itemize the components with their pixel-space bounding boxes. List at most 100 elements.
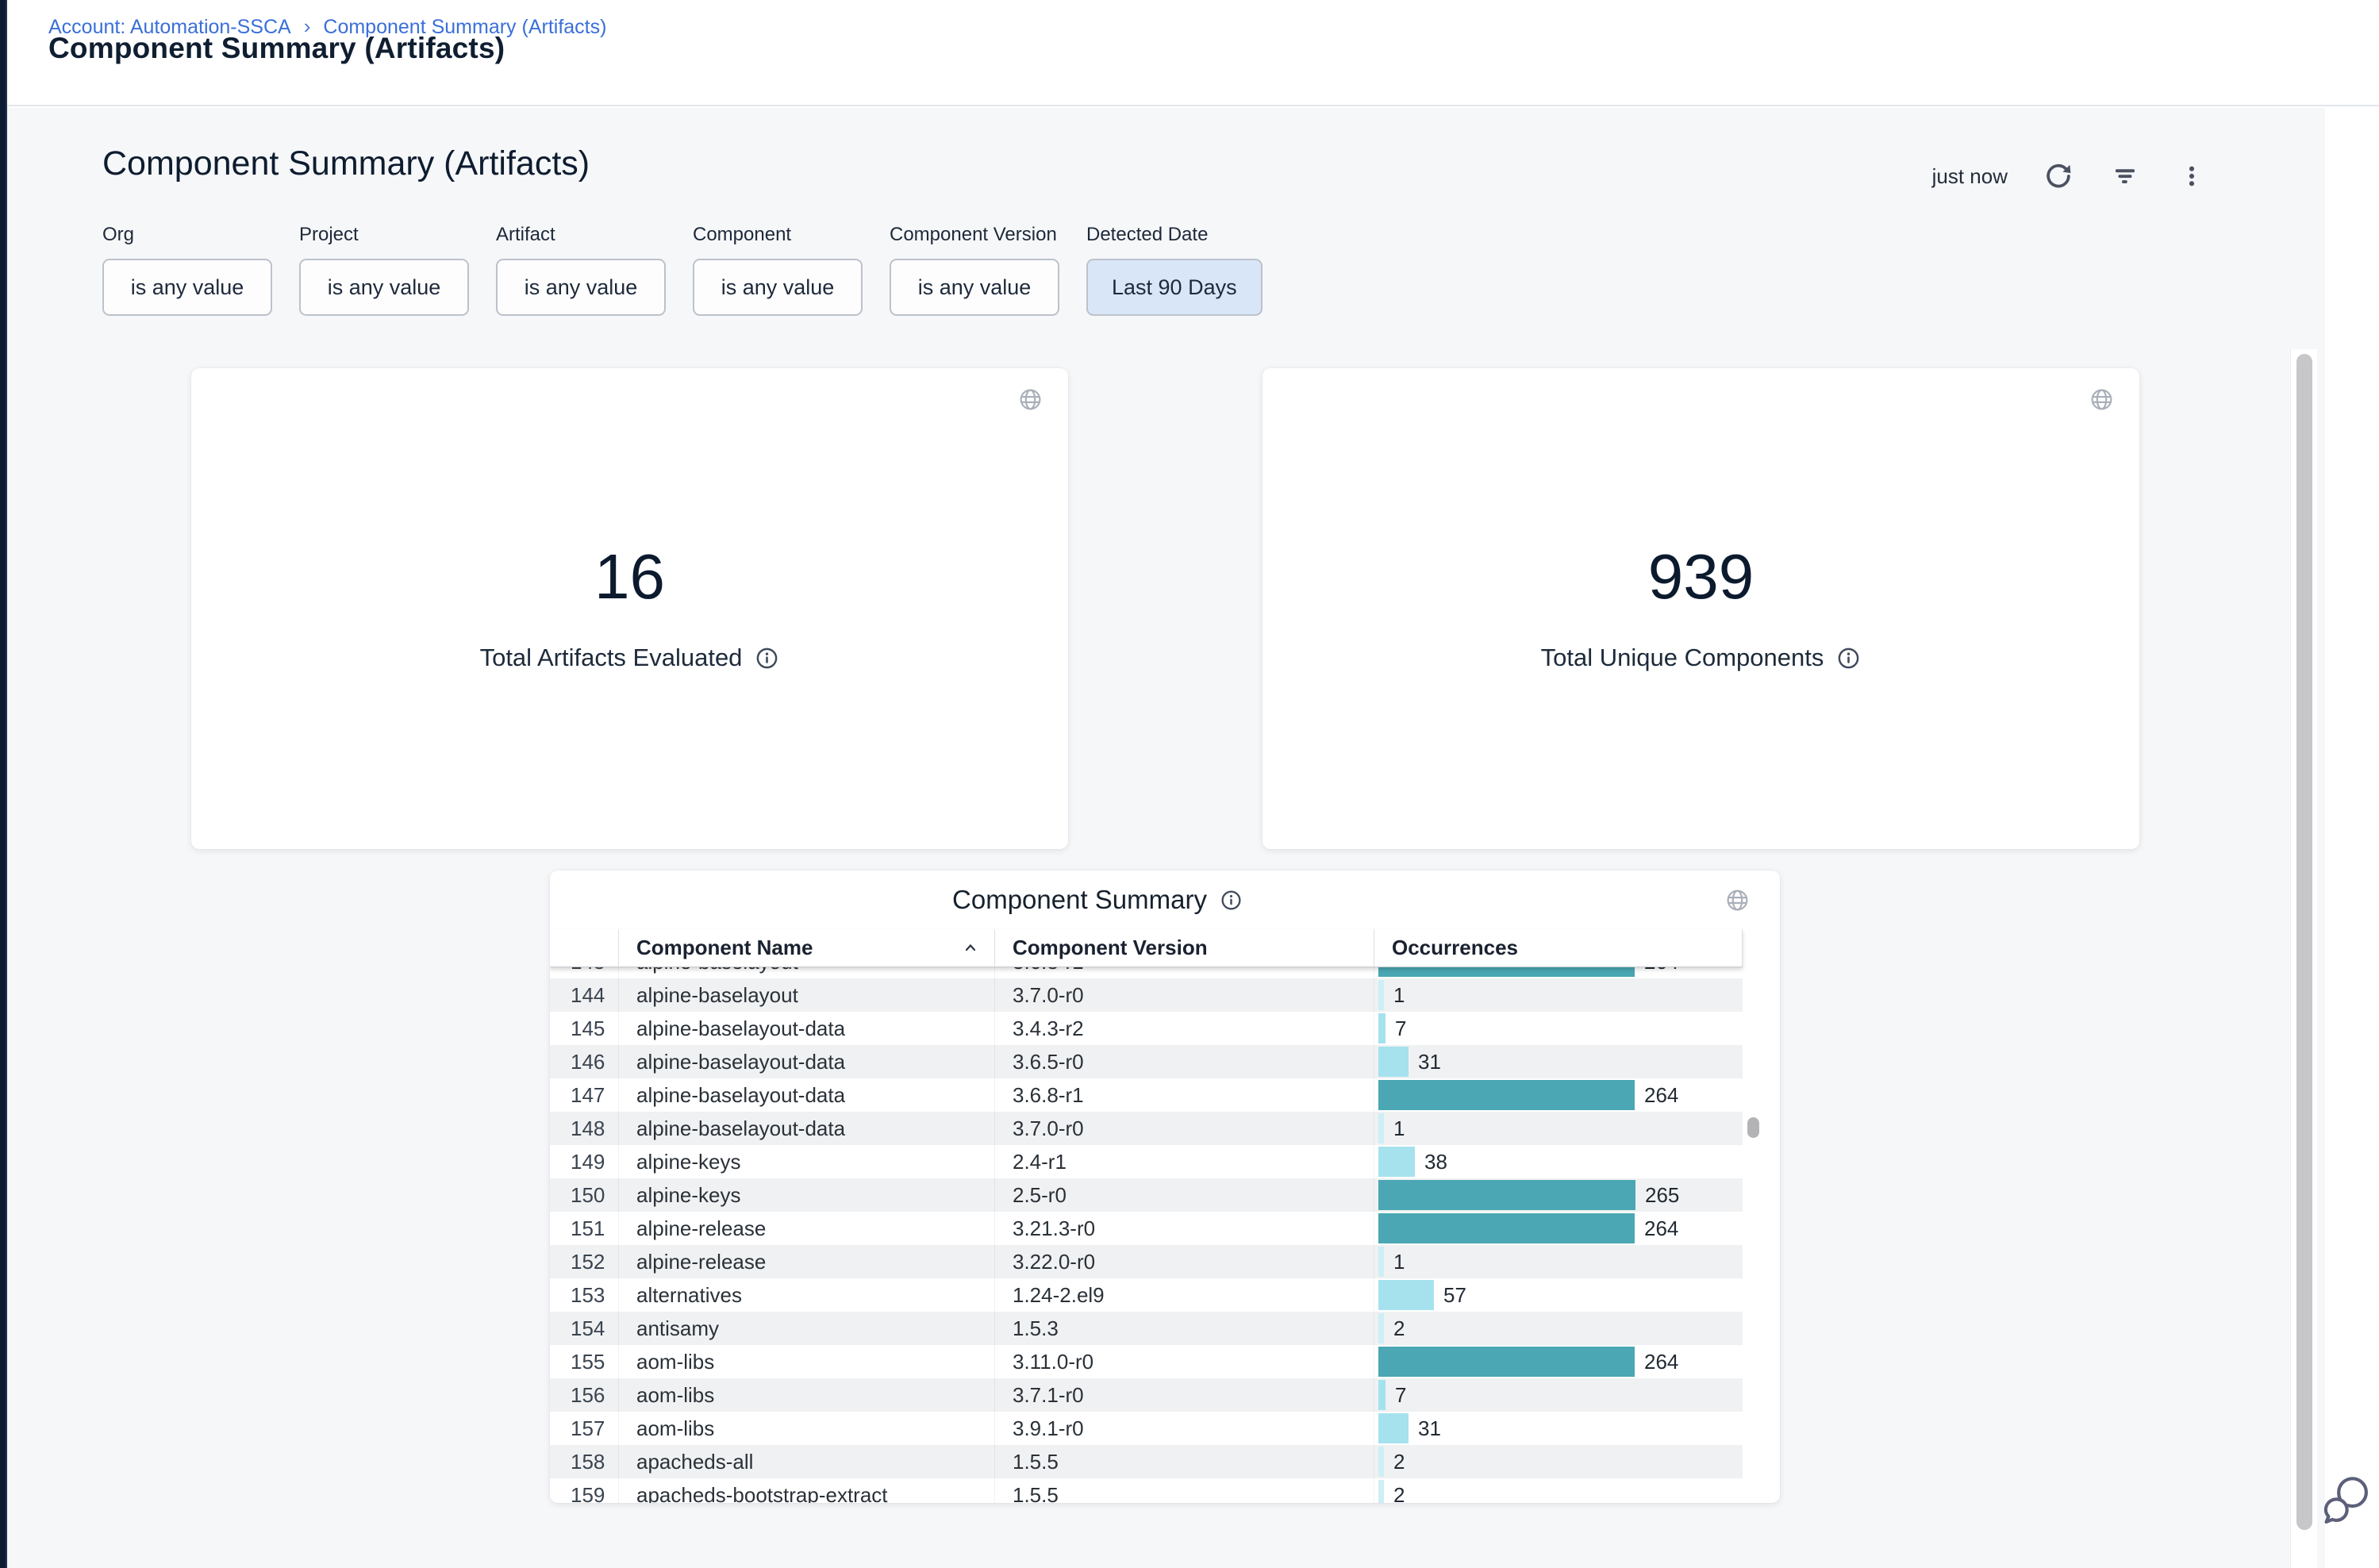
table-row: 154antisamy1.5.32 xyxy=(550,1312,1743,1345)
cell-component-version: 1.5.3 xyxy=(994,1312,1374,1345)
cell-component-name: alpine-baselayout-data xyxy=(618,1078,994,1112)
cell-component-version: 3.7.0-r0 xyxy=(994,1112,1374,1145)
cell-occurrences: 264 xyxy=(1374,1345,1743,1378)
row-index: 155 xyxy=(550,1345,618,1378)
table-viewport: 143alpine-baselayout3.6.8-r1264144alpine… xyxy=(550,967,1743,1503)
filter-group: Artifactis any value xyxy=(496,224,666,316)
occurrence-value: 7 xyxy=(1395,1012,1406,1045)
page-scrollbar-thumb[interactable] xyxy=(2296,354,2312,1530)
occurrence-bar xyxy=(1378,1247,1384,1277)
row-index: 153 xyxy=(550,1278,618,1312)
cell-component-version: 3.11.0-r0 xyxy=(994,1345,1374,1378)
occurrence-bar xyxy=(1378,1047,1409,1077)
occurrence-bar xyxy=(1378,1347,1635,1377)
info-icon[interactable] xyxy=(755,646,779,671)
more-options-button[interactable] xyxy=(2176,160,2208,192)
column-header-component-version[interactable]: Component Version xyxy=(994,929,1374,967)
column-header-occurrences[interactable]: Occurrences xyxy=(1374,929,1743,967)
stat-value: 939 xyxy=(1648,545,1754,609)
cell-occurrences: 7 xyxy=(1374,1378,1743,1412)
occurrence-value: 1 xyxy=(1393,1112,1405,1145)
page-title: Component Summary (Artifacts) xyxy=(48,32,505,65)
dashboard-filters-button[interactable] xyxy=(2109,160,2141,192)
refresh-icon xyxy=(2044,162,2073,190)
filter-label: Component Version xyxy=(890,224,1059,246)
cell-component-name: alpine-release xyxy=(618,1212,994,1245)
filter-value-button[interactable]: is any value xyxy=(496,259,666,316)
row-index: 148 xyxy=(550,1112,618,1145)
cell-occurrences: 264 xyxy=(1374,967,1743,978)
row-index: 150 xyxy=(550,1178,618,1212)
collapsed-sidebar-strip[interactable] xyxy=(0,0,7,1568)
occurrence-bar xyxy=(1378,980,1384,1010)
globe-icon xyxy=(1018,387,1043,412)
table-row: 157aom-libs3.9.1-r031 xyxy=(550,1412,1743,1445)
occurrence-value: 38 xyxy=(1424,1145,1447,1178)
filter-value-button[interactable]: is any value xyxy=(890,259,1059,316)
filter-label: Org xyxy=(102,224,272,246)
cell-component-name: alpine-keys xyxy=(618,1178,994,1212)
cell-occurrences: 1 xyxy=(1374,1112,1743,1145)
cell-component-name: alternatives xyxy=(618,1278,994,1312)
cell-component-version: 1.24-2.el9 xyxy=(994,1278,1374,1312)
cell-component-name: alpine-baselayout-data xyxy=(618,1012,994,1045)
cell-component-name: aom-libs xyxy=(618,1345,994,1378)
cell-component-name: alpine-baselayout xyxy=(618,967,994,978)
occurrence-bar xyxy=(1378,1280,1434,1310)
table-row: 150alpine-keys2.5-r0265 xyxy=(550,1178,1743,1212)
table-row: 152alpine-release3.22.0-r01 xyxy=(550,1245,1743,1278)
cell-component-version: 3.6.8-r1 xyxy=(994,1078,1374,1112)
row-index: 146 xyxy=(550,1045,618,1078)
cell-component-name: antisamy xyxy=(618,1312,994,1345)
cell-component-version: 1.5.5 xyxy=(994,1478,1374,1503)
page-scrollbar[interactable] xyxy=(2290,349,2317,1568)
column-header-label: Occurrences xyxy=(1392,936,1518,960)
dashboard-actions: just now xyxy=(1932,160,2208,192)
filter-value-button[interactable]: is any value xyxy=(102,259,272,316)
occurrence-value: 264 xyxy=(1644,1078,1678,1112)
filter-value-button[interactable]: is any value xyxy=(693,259,863,316)
filter-value-button[interactable]: Last 90 Days xyxy=(1086,259,1263,316)
column-header-component-name[interactable]: Component Name xyxy=(618,929,994,967)
occurrence-bar xyxy=(1378,1480,1384,1503)
occurrence-bar xyxy=(1378,1080,1635,1110)
filter-group: Project is any value xyxy=(299,224,469,316)
filter-label: Component xyxy=(693,224,863,246)
filter-icon xyxy=(2111,162,2139,190)
cell-occurrences: 31 xyxy=(1374,1412,1743,1445)
info-icon[interactable] xyxy=(1220,889,1243,912)
table-scrollbar-thumb[interactable] xyxy=(1747,1117,1759,1138)
cell-component-version: 3.9.1-r0 xyxy=(994,1412,1374,1445)
row-index: 151 xyxy=(550,1212,618,1245)
occurrence-bar xyxy=(1378,1213,1635,1243)
filter-group: Org is any value xyxy=(102,224,272,316)
row-index: 158 xyxy=(550,1445,618,1478)
occurrence-bar xyxy=(1378,1413,1409,1443)
table-title: Component Summary xyxy=(952,885,1207,915)
occurrence-bar xyxy=(1378,1447,1384,1477)
table-row: 156aom-libs3.7.1-r07 xyxy=(550,1378,1743,1412)
cell-occurrences: 1 xyxy=(1374,1245,1743,1278)
cell-component-name: alpine-baselayout-data xyxy=(618,1045,994,1078)
row-index: 154 xyxy=(550,1312,618,1345)
chat-support-icon[interactable] xyxy=(2314,1468,2373,1527)
dashboard-title: Component Summary (Artifacts) xyxy=(102,144,590,183)
cell-occurrences: 38 xyxy=(1374,1145,1743,1178)
cell-component-version: 2.5-r0 xyxy=(994,1178,1374,1212)
table-row: 148alpine-baselayout-data3.7.0-r01 xyxy=(550,1112,1743,1145)
row-index: 144 xyxy=(550,978,618,1012)
stat-card-unique-components: 939 Total Unique Components xyxy=(1263,368,2139,849)
table-row: 144alpine-baselayout3.7.0-r01 xyxy=(550,978,1743,1012)
filter-label: Project xyxy=(299,224,469,246)
column-header-label: Component Name xyxy=(636,936,813,960)
occurrence-bar xyxy=(1378,1013,1386,1043)
refresh-button[interactable] xyxy=(2043,160,2074,192)
info-icon[interactable] xyxy=(1836,646,1861,671)
filters-row: Orgis any valueProjectis any valueArtifa… xyxy=(102,224,1263,316)
filter-value-button[interactable]: is any value xyxy=(299,259,469,316)
refresh-status: just now xyxy=(1932,164,2008,189)
table-header-row: Component Name Component Version Occurre… xyxy=(550,929,1743,967)
cell-component-name: aom-libs xyxy=(618,1378,994,1412)
stat-value: 16 xyxy=(594,545,665,609)
occurrence-value: 31 xyxy=(1418,1045,1441,1078)
